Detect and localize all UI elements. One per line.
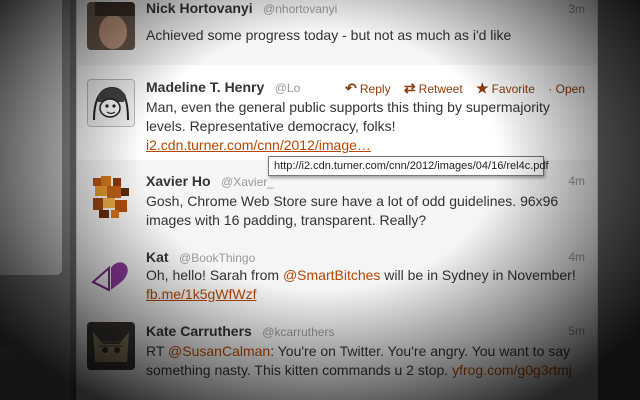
favorite-label: Favorite — [491, 82, 535, 96]
tweet-link[interactable]: fb.me/1k5gWfWzf — [146, 286, 256, 302]
open-button[interactable]: · Open — [548, 82, 585, 96]
tweet-body: Oh, hello! Sarah from — [146, 267, 283, 283]
tweet-item[interactable]: Nick Hortovanyi @nhortovanyi 3m Achieved… — [77, 0, 597, 66]
tweet-author-name[interactable]: Kat — [146, 249, 169, 265]
tweet-author-name[interactable]: Madeline T. Henry — [146, 79, 264, 95]
reply-arrow-icon: ↶ — [345, 80, 357, 96]
tweet-author-handle[interactable]: @Xavier_ — [221, 175, 274, 189]
link-tooltip: http://i2.cdn.turner.com/cnn/2012/images… — [268, 156, 549, 176]
tweet-text: Achieved some progress today - but not a… — [146, 27, 512, 43]
avatar[interactable] — [87, 79, 135, 127]
avatar[interactable] — [87, 248, 135, 296]
sidebar-link-privacy[interactable]: acy — [0, 312, 17, 324]
tweet-text: RT @SusanCalman: You're on Twitter. You'… — [146, 342, 586, 380]
star-icon: ★ — [476, 80, 489, 96]
retweet-button[interactable]: ⇄ Retweet — [403, 80, 463, 96]
tweet-mention[interactable]: @SusanCalman — [168, 343, 270, 359]
tweet-item[interactable]: Madeline T. Henry @Lo ↶ Reply ⇄ Retweet ★ F… — [77, 65, 597, 161]
tweet-mention[interactable]: @SmartBitches — [283, 267, 380, 283]
reply-button[interactable]: ↶ Reply — [345, 80, 391, 96]
tweet-item[interactable]: Kate Carruthers @kcarruthers 5m RT @Susa… — [77, 310, 597, 400]
tweet-author-name[interactable]: Kate Carruthers — [146, 323, 252, 339]
sidebar-link-followers[interactable]: ers — [0, 346, 15, 358]
left-sidebar: acy ers — [0, 0, 70, 400]
reply-label: Reply — [359, 82, 391, 96]
favorite-button[interactable]: ★ Favorite — [476, 80, 535, 96]
tweet-author-handle[interactable]: @BookThingo — [179, 251, 255, 265]
tweet-author-name[interactable]: Nick Hortovanyi — [146, 0, 253, 16]
tweet-text: Gosh, Chrome Web Store sure have a lot o… — [146, 193, 559, 228]
tweet-author-handle[interactable]: @Lo — [275, 81, 301, 95]
tweet-link[interactable]: yfrog.com/g0g3rtmj — [452, 362, 572, 378]
tweet-text: Oh, hello! Sarah from @SmartBitches will… — [146, 266, 586, 304]
avatar[interactable] — [87, 172, 135, 220]
tweet-timestamp[interactable]: 5m — [568, 324, 585, 338]
tweet-author-handle[interactable]: @kcarruthers — [262, 325, 334, 339]
retweet-icon: ⇄ — [403, 80, 416, 96]
left-sidebar-card — [0, 0, 62, 275]
retweet-label: Retweet — [418, 82, 463, 96]
tweet-author-name[interactable]: Xavier Ho — [146, 173, 211, 189]
avatar[interactable] — [87, 2, 135, 50]
tweet-actions: ↶ Reply ⇄ Retweet ★ Favorite · Open — [335, 80, 585, 97]
tweet-body-end: will be in Sydney in November! — [380, 267, 576, 283]
tweet-timestamp[interactable]: 4m — [568, 250, 585, 264]
avatar[interactable] — [87, 322, 135, 370]
tweet-item[interactable]: Kat @BookThingo 4m Oh, hello! Sarah from… — [77, 236, 597, 311]
tweet-body: Man, even the general public supports th… — [146, 99, 550, 134]
open-label: Open — [555, 82, 585, 96]
tweet-author-handle[interactable]: @nhortovanyi — [263, 2, 337, 16]
tweet-link[interactable]: i2.cdn.turner.com/cnn/2012/image… — [146, 137, 371, 153]
tweet-text: Man, even the general public supports th… — [146, 98, 586, 155]
tweet-timestamp[interactable]: 3m — [568, 2, 585, 16]
tweet-stream[interactable]: Nick Hortovanyi @nhortovanyi 3m Achieved… — [76, 0, 598, 400]
tweet-body-prefix: RT — [146, 343, 169, 359]
tweet-timestamp[interactable]: 4m — [568, 174, 585, 188]
